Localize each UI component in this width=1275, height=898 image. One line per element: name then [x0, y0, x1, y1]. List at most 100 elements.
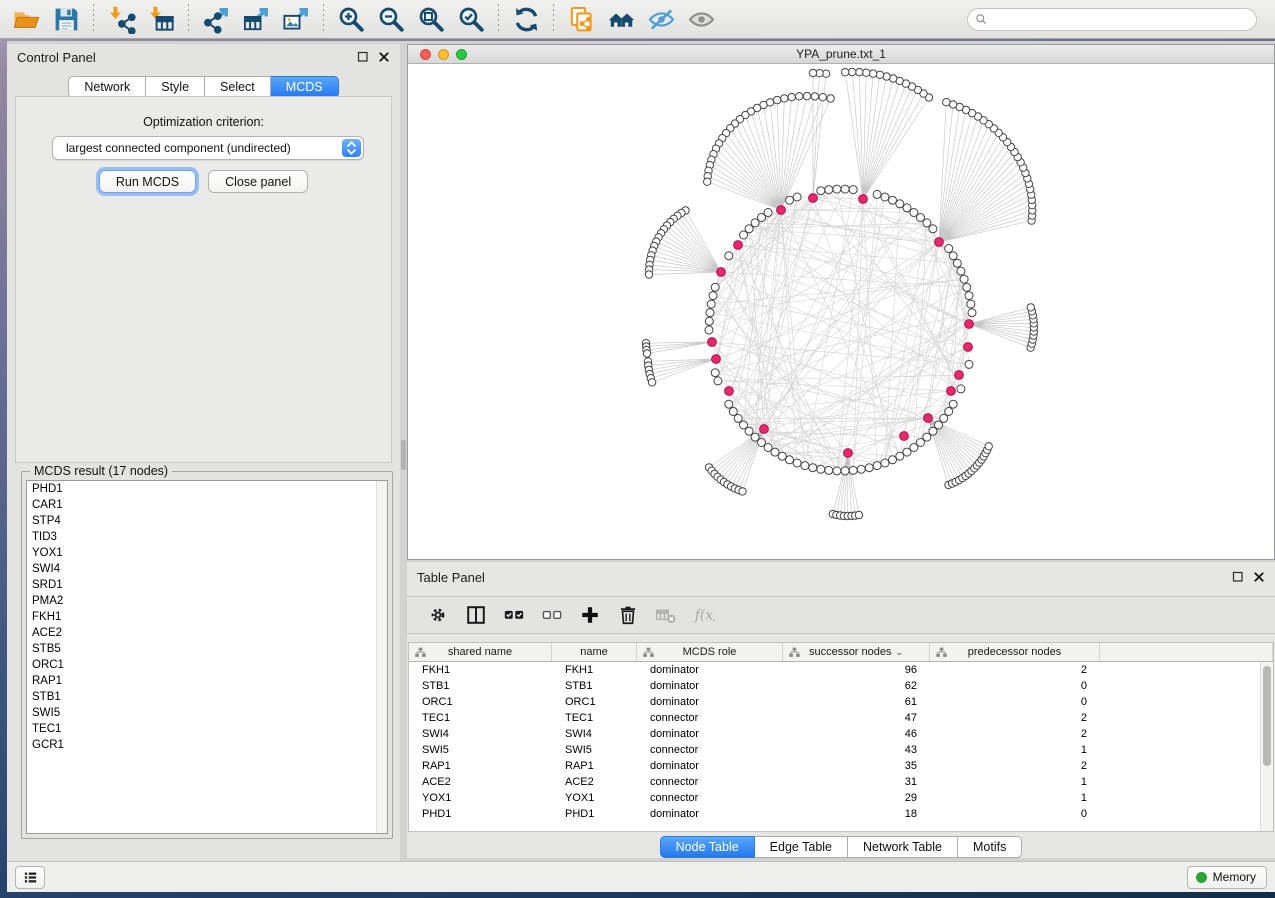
- mcds-result-item[interactable]: SWI5: [27, 705, 387, 721]
- hide-selected-button[interactable]: [641, 3, 681, 35]
- mcds-result-item[interactable]: TEC1: [27, 721, 387, 737]
- mcds-result-item[interactable]: YOX1: [27, 545, 387, 561]
- zoom-fit-button[interactable]: [411, 3, 451, 35]
- import-network-icon: [107, 5, 136, 34]
- zoom-out-button[interactable]: [371, 3, 411, 35]
- close-traffic-light-icon[interactable]: [420, 49, 431, 60]
- zoom-in-button[interactable]: [331, 3, 371, 35]
- status-bar: Memory: [7, 861, 1275, 892]
- column-label: name: [580, 646, 608, 658]
- zoom-out-icon: [377, 5, 406, 34]
- cell: 1: [930, 790, 1100, 806]
- close-icon[interactable]: [378, 51, 390, 63]
- table-row[interactable]: YOX1YOX1connector291: [409, 790, 1273, 806]
- cell: 18: [783, 806, 930, 822]
- maximize-traffic-light-icon[interactable]: [456, 49, 467, 60]
- table-row[interactable]: ACE2ACE2connector311: [409, 774, 1273, 790]
- mcds-result-item[interactable]: TID3: [27, 529, 387, 545]
- cell: STB1: [552, 678, 637, 694]
- mcds-result-title: MCDS result (17 nodes): [30, 464, 172, 478]
- deselect-all-button[interactable]: [533, 600, 571, 630]
- table-row[interactable]: FKH1FKH1dominator962: [409, 662, 1273, 678]
- tab-network[interactable]: Network: [68, 76, 146, 98]
- table-row[interactable]: RAP1RAP1dominator352: [409, 758, 1273, 774]
- export-image-button[interactable]: [276, 3, 316, 35]
- mcds-list-scrollbar[interactable]: [376, 481, 387, 833]
- cell: FKH1: [409, 662, 552, 678]
- mcds-result-item[interactable]: PMA2: [27, 593, 387, 609]
- float-window-icon[interactable]: [357, 51, 369, 63]
- refresh-button[interactable]: [506, 3, 546, 35]
- tab-motifs[interactable]: Motifs: [958, 836, 1022, 858]
- save-button[interactable]: [46, 3, 86, 35]
- column-header-predecessor-nodes[interactable]: predecessor nodes: [930, 643, 1100, 661]
- table-row[interactable]: TEC1TEC1connector472: [409, 710, 1273, 726]
- table-row[interactable]: SWI5SWI5connector431: [409, 742, 1273, 758]
- search-input[interactable]: [967, 8, 1257, 31]
- mcds-result-item[interactable]: GCR1: [27, 737, 387, 753]
- column-label: shared name: [448, 646, 512, 658]
- delete-button[interactable]: [609, 600, 647, 630]
- mcds-result-item[interactable]: SRD1: [27, 577, 387, 593]
- zoom-selected-button[interactable]: [451, 3, 491, 35]
- close-panel-button[interactable]: Close panel: [208, 170, 308, 193]
- add-icon: [579, 604, 601, 626]
- close-icon[interactable]: [1253, 571, 1265, 583]
- network-graph-canvas[interactable]: [408, 64, 1274, 558]
- mcds-result-item[interactable]: STB5: [27, 641, 387, 657]
- table-row[interactable]: PHD1PHD1dominator180: [409, 806, 1273, 822]
- cell: 1: [930, 774, 1100, 790]
- criterion-dropdown[interactable]: largest connected component (undirected): [52, 136, 364, 160]
- table-row[interactable]: STB1STB1dominator620: [409, 678, 1273, 694]
- cell: dominator: [637, 694, 783, 710]
- tab-select[interactable]: Select: [205, 76, 271, 98]
- table-row[interactable]: SWI4SWI4dominator462: [409, 726, 1273, 742]
- mcds-result-item[interactable]: FKH1: [27, 609, 387, 625]
- column-header-MCDS-role[interactable]: MCDS role: [637, 643, 783, 661]
- mcds-result-item[interactable]: RAP1: [27, 673, 387, 689]
- mcds-result-item[interactable]: SWI4: [27, 561, 387, 577]
- cell: ACE2: [552, 774, 637, 790]
- export-network-button[interactable]: [196, 3, 236, 35]
- run-mcds-button[interactable]: Run MCDS: [99, 170, 196, 193]
- mcds-result-item[interactable]: ORC1: [27, 657, 387, 673]
- task-history-button[interactable]: [15, 866, 45, 889]
- import-network-button[interactable]: [101, 3, 141, 35]
- float-window-icon[interactable]: [1232, 571, 1244, 583]
- mcds-result-item[interactable]: PHD1: [27, 481, 387, 497]
- mcds-result-item[interactable]: STB1: [27, 689, 387, 705]
- first-neighbors-button[interactable]: [601, 3, 641, 35]
- mcds-result-item[interactable]: CAR1: [27, 497, 387, 513]
- export-table-button[interactable]: [236, 3, 276, 35]
- column-header-successor-nodes[interactable]: successor nodes⌄: [783, 643, 930, 661]
- memory-button[interactable]: Memory: [1187, 866, 1267, 889]
- mcds-result-item[interactable]: STP4: [27, 513, 387, 529]
- tab-mcds[interactable]: MCDS: [271, 76, 339, 98]
- tab-network-table[interactable]: Network Table: [848, 836, 958, 858]
- show-all-button[interactable]: [681, 3, 721, 35]
- splitter-handle[interactable]: [401, 440, 406, 470]
- cell: 96: [783, 662, 930, 678]
- new-network-from-selection-button[interactable]: [561, 3, 601, 35]
- cell: SWI5: [552, 742, 637, 758]
- mcds-result-list[interactable]: PHD1CAR1STP4TID3YOX1SWI4SRD1PMA2FKH1ACE2…: [26, 480, 388, 834]
- cell: connector: [637, 790, 783, 806]
- gear-button[interactable]: [419, 600, 457, 630]
- tab-node-table[interactable]: Node Table: [660, 836, 755, 858]
- cell: ORC1: [409, 694, 552, 710]
- import-table-button[interactable]: [141, 3, 181, 35]
- column-header-name[interactable]: name: [552, 643, 637, 661]
- column-header-shared-name[interactable]: shared name: [409, 643, 552, 661]
- tab-edge-table[interactable]: Edge Table: [755, 836, 848, 858]
- select-all-button[interactable]: [495, 600, 533, 630]
- minimize-traffic-light-icon[interactable]: [438, 49, 449, 60]
- cell: 2: [930, 710, 1100, 726]
- tab-style[interactable]: Style: [146, 76, 205, 98]
- mcds-result-item[interactable]: ACE2: [27, 625, 387, 641]
- table-row[interactable]: ORC1ORC1dominator610: [409, 694, 1273, 710]
- open-folder-button[interactable]: [6, 3, 46, 35]
- network-window-titlebar[interactable]: YPA_prune.txt_1: [408, 45, 1274, 64]
- columns-button[interactable]: [457, 600, 495, 630]
- add-button[interactable]: [571, 600, 609, 630]
- table-scrollbar[interactable]: [1260, 662, 1273, 831]
